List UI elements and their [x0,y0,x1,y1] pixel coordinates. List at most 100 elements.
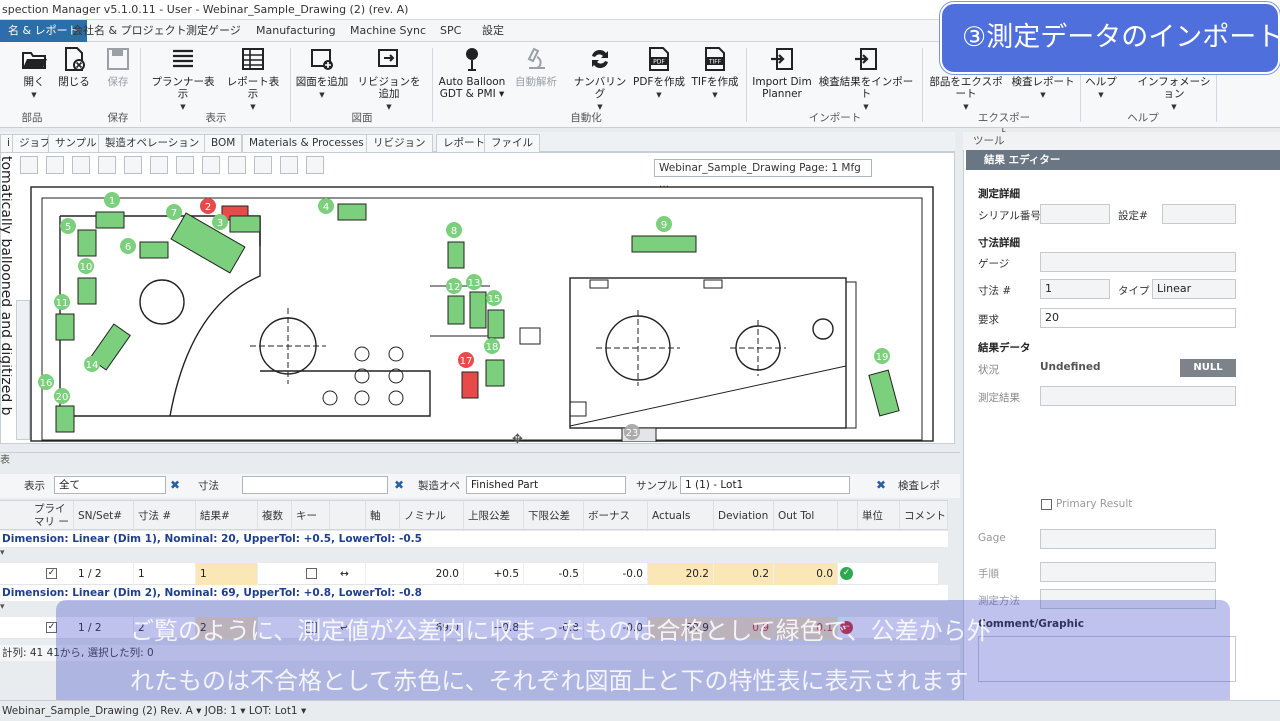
display-filter-select[interactable]: 全て [54,476,166,494]
grid-icon[interactable] [176,156,194,174]
svg-text:8: 8 [451,226,457,237]
group-header-dim-2[interactable]: Dimension: Linear (Dim 2), Nominal: 69, … [0,585,948,601]
result-editor-title[interactable]: 結果 エディター [966,150,1280,170]
col-bonus[interactable]: ボーナス [584,501,648,531]
menu-manufacturing[interactable]: Manufacturing [248,20,344,42]
pass-icon: ✓ [840,567,853,580]
copy-icon[interactable] [46,156,64,174]
menu-settings[interactable]: 設定 [474,20,512,42]
col-primary[interactable]: プライマリ ー [30,501,74,531]
primary-result-checkbox[interactable] [1041,499,1052,510]
auto-analysis-button[interactable]: 自動解析 [512,46,560,88]
bottom-status-bar[interactable]: Webinar_Sample_Drawing (2) Rev. A ▾ JOB:… [0,700,1280,720]
col-result-num[interactable]: 結果# [196,501,258,531]
renumber-button[interactable]: ナンバリング ▼ [572,46,628,113]
zoom-slider[interactable] [16,300,30,440]
col-deviation[interactable]: Deviation [714,501,774,531]
col-key[interactable]: キー [292,501,330,531]
tab-materials[interactable]: Materials & Processes [242,134,371,152]
settings-icon[interactable] [202,156,220,174]
import-icon [771,48,793,70]
group-view: 表示 [205,112,227,124]
swap-icon[interactable] [124,156,142,174]
col-lower-tol[interactable]: 下限公差 [524,501,584,531]
col-multiple[interactable]: 複数 [258,501,292,531]
menu-company-project[interactable]: 会社名 & プロジェクト [64,20,195,42]
create-pdf-button[interactable]: PDF PDFを作成 ▼ [632,46,686,101]
create-tif-button[interactable]: TIFF TIFを作成 ▼ [690,46,740,101]
collapse-icon[interactable]: ▾ [0,602,5,612]
col-dim-num[interactable]: 寸法 # [134,501,196,531]
svg-text:13: 13 [468,278,481,289]
close-button[interactable]: 閉じる [56,46,92,88]
group-help: ヘルプ [1127,112,1159,124]
tab-sample[interactable]: サンプル [48,134,104,152]
import-results-button[interactable]: 検査結果をインポート ▼ [816,46,916,113]
primary-checkbox[interactable]: ✓ [46,568,57,579]
col-sn-set[interactable]: SN/Set# [74,501,134,531]
auto-balloon-button[interactable]: Auto Balloon GDT & PMI ▾ [436,46,508,100]
measurement-result-label: 測定結果 [978,392,1020,404]
sample-filter-select[interactable]: 1 (1) - Lot1 [680,476,850,494]
open-button[interactable]: 開く ▼ [18,46,50,101]
col-unit[interactable]: 単位 [858,501,900,531]
save-button[interactable]: 保存 [102,46,134,88]
tab-revision[interactable]: リビジョン [366,134,433,152]
filter-icon[interactable] [150,156,168,174]
set-input[interactable] [1162,204,1236,224]
col-status[interactable] [838,501,858,531]
type-select[interactable]: Linear [1152,279,1236,299]
col-upper-tol[interactable]: 上限公差 [464,501,524,531]
procedure-select[interactable] [1040,562,1216,582]
col-axis[interactable]: 軸 [366,501,400,531]
fit-window-icon[interactable] [20,156,38,174]
col-blank-1[interactable] [330,501,366,531]
grid-panel-header: 表 [0,452,960,468]
menu-machine-sync[interactable]: Machine Sync [342,20,434,42]
page-selector[interactable]: Webinar_Sample_Drawing Page: 1 Mfg ... [654,159,872,190]
group-save: 保存 [107,112,129,124]
col-actuals[interactable]: Actuals [648,501,714,531]
col-out-tol[interactable]: Out Tol [774,501,838,531]
null-button[interactable]: NULL [1180,359,1236,377]
col-nominal[interactable]: ノミナル [400,501,464,531]
collapse-icon[interactable]: ▾ [0,548,5,558]
linear-dim-icon: ↔ [336,563,366,585]
zoom-icon[interactable] [228,156,246,174]
report-view-button[interactable]: レポート表示 ▼ [222,46,284,113]
clear-sample-filter-icon[interactable]: ✖ [876,478,886,492]
note-icon[interactable] [98,156,116,174]
key-checkbox[interactable] [306,568,317,579]
table-row[interactable]: ✓ 1 / 2 1 1 ↔ 20.0 +0.5 -0.5 -0.0 20.2 0… [0,563,938,585]
camera-icon[interactable] [280,156,298,174]
import-dim-planner-button[interactable]: Import Dim Planner [750,46,814,100]
measurement-result-input[interactable] [1040,386,1236,406]
col-comment[interactable]: コメント [900,501,948,531]
delete-icon[interactable] [72,156,90,174]
dim-num-input[interactable]: 1 [1040,279,1110,299]
result-data-section: 結果データ [978,342,1031,354]
zoom-fit-icon[interactable] [254,156,272,174]
tab-mfg-operation[interactable]: 製造オペレーション [98,134,207,152]
planner-view-button[interactable]: プランナー表示 ▼ [148,46,218,113]
svg-text:11: 11 [56,298,69,309]
menu-gauges[interactable]: 測定ゲージ [178,20,249,42]
serial-input[interactable] [1040,204,1110,224]
operation-filter-select[interactable]: Finished Part [466,476,626,494]
group-header-dim-1[interactable]: Dimension: Linear (Dim 1), Nominal: 20, … [0,531,948,547]
microscope-icon [527,47,545,69]
menu-spc[interactable]: SPC [432,20,469,42]
add-revision-button[interactable]: リビジョンを追加 ▼ [354,46,424,113]
gage-select[interactable] [1040,529,1216,549]
clear-dimension-filter-icon[interactable]: ✖ [394,478,404,492]
requirement-label: 要求 [978,314,999,326]
requirement-input[interactable]: 20 [1040,308,1236,328]
clear-display-filter-icon[interactable]: ✖ [170,478,180,492]
tiff-icon: TIFF [705,47,725,71]
tab-bom[interactable]: BOM [204,134,243,152]
fullscreen-icon[interactable] [306,156,324,174]
gauge-select[interactable] [1040,252,1236,272]
add-drawing-button[interactable]: 図面を追加 ▼ [294,46,350,101]
tab-files[interactable]: ファイル [484,134,540,152]
dimension-filter-select[interactable] [242,476,388,494]
